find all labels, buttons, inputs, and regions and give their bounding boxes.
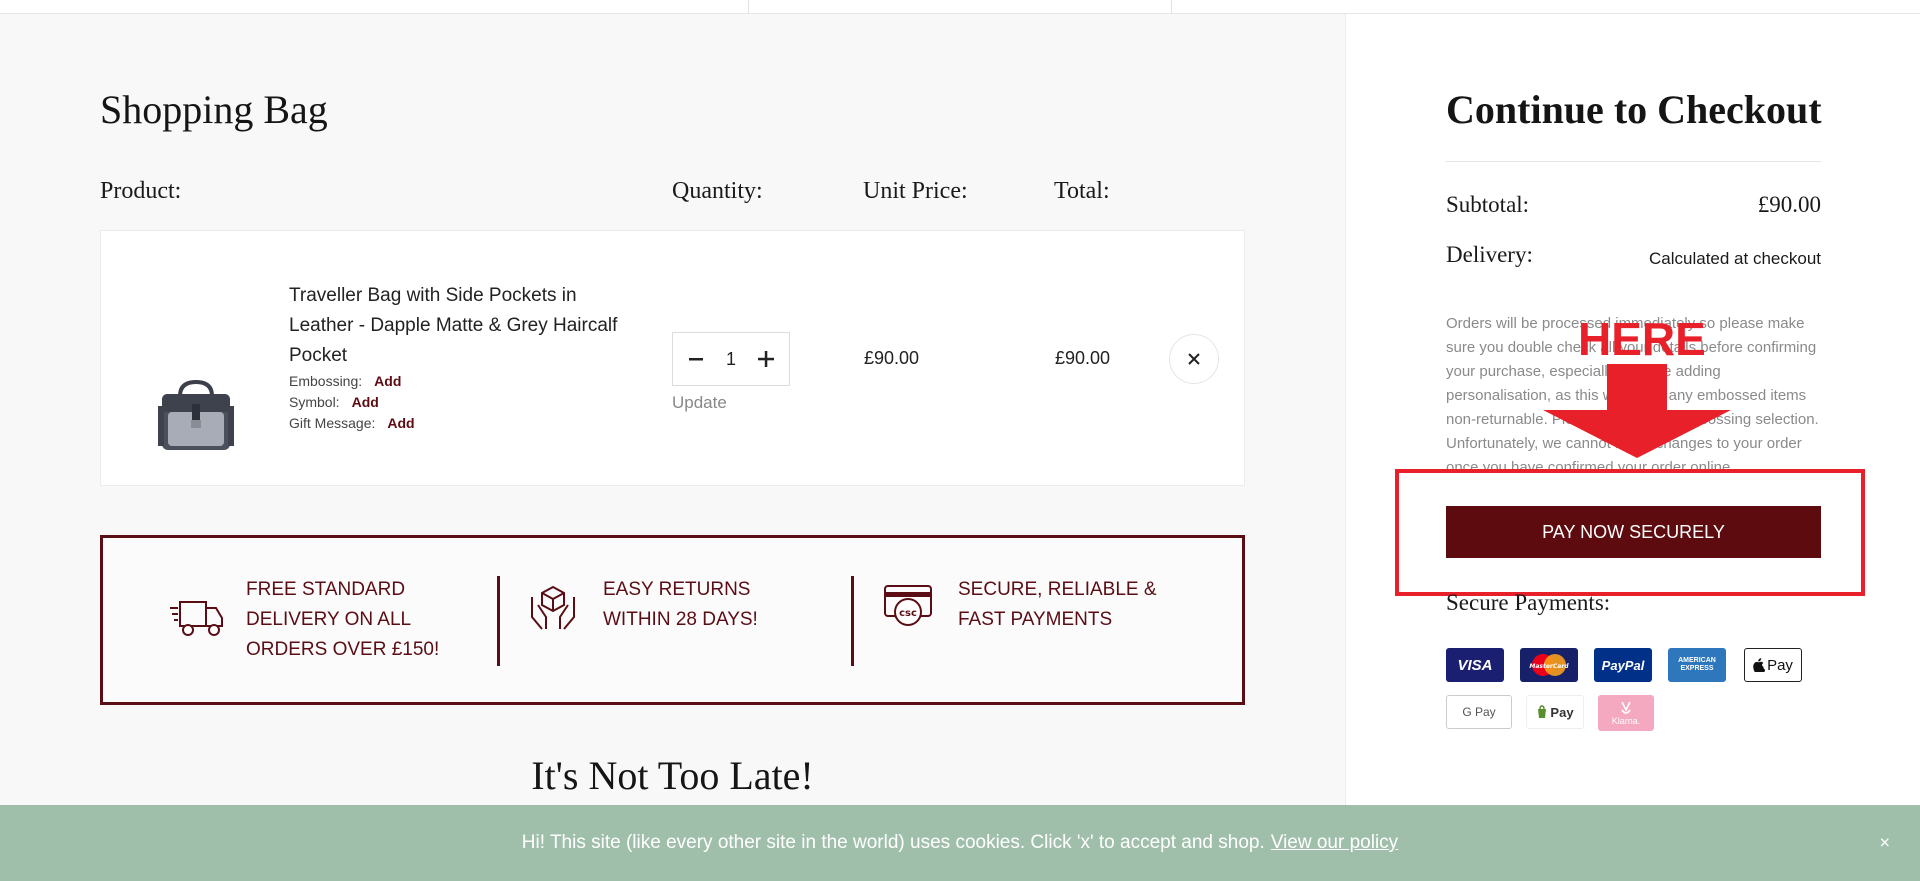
hands-box-icon: [528, 583, 578, 638]
minus-icon: [689, 358, 703, 361]
mastercard-icon: MasterCard: [1520, 648, 1578, 682]
symbol-option: Symbol: Add: [289, 394, 379, 410]
top-divider: [1171, 0, 1172, 14]
shop-pay-icon: Pay: [1526, 695, 1584, 729]
card-csc-icon: csc: [883, 584, 933, 633]
google-pay-icon: G Pay: [1446, 695, 1512, 729]
column-header-unit-price: Unit Price:: [863, 178, 968, 204]
quantity-value[interactable]: 1: [726, 349, 736, 370]
apple-pay-label: Pay: [1767, 656, 1793, 674]
cookie-message: Hi! This site (like every other site in …: [521, 832, 1265, 853]
svg-text:csc: csc: [899, 608, 917, 619]
amex-icon: AMERICAN EXPRESS: [1668, 648, 1726, 682]
top-bar: [0, 0, 1920, 14]
remove-item-button[interactable]: [1169, 334, 1219, 384]
decrease-quantity-button[interactable]: [685, 348, 707, 370]
gift-message-label: Gift Message:: [289, 415, 376, 431]
feature-easy-returns: EASY RETURNS WITHIN 28 DAYS!: [603, 579, 758, 630]
column-header-quantity: Quantity:: [672, 178, 763, 204]
shop-pay-label: Pay: [1550, 704, 1574, 720]
subtotal-value: £90.00: [1757, 192, 1821, 217]
column-header-product: Product:: [100, 178, 182, 204]
close-icon: [1188, 353, 1200, 365]
line-total: £90.00: [1055, 348, 1111, 368]
delivery-value: Calculated at checkout: [1649, 249, 1821, 268]
upsell-title: It's Not Too Late!: [0, 752, 1345, 799]
annotation-highlight-box: [1395, 469, 1865, 596]
cart-item-row: Traveller Bag with Side Pockets in Leath…: [100, 230, 1245, 486]
embossing-option: Embossing: Add: [289, 373, 401, 389]
symbol-label: Symbol:: [289, 394, 340, 410]
klarna-label: Klarna.: [1611, 716, 1641, 726]
paypal-icon: PayPal: [1594, 648, 1652, 682]
embossing-label: Embossing:: [289, 373, 363, 389]
plus-icon: [757, 351, 774, 367]
delivery-label: Delivery:: [1446, 242, 1533, 267]
delivery-truck-icon: [170, 596, 224, 645]
google-pay-label: G Pay: [1462, 705, 1496, 719]
embossing-add-link[interactable]: Add: [374, 373, 401, 389]
gift-message-option: Gift Message: Add: [289, 415, 415, 431]
product-name[interactable]: Traveller Bag with Side Pockets in Leath…: [289, 281, 619, 371]
amex-label: AMERICAN EXPRESS: [1678, 657, 1716, 672]
cookie-close-button[interactable]: ×: [1879, 833, 1890, 854]
feature-divider: [497, 576, 500, 666]
unit-price: £90.00: [864, 348, 920, 368]
quantity-stepper: 1: [672, 332, 790, 386]
feature-secure-payments: SECURE, RELIABLE & FAST PAYMENTS: [958, 579, 1157, 630]
annotation-label: HERE: [1578, 313, 1706, 365]
update-quantity-link[interactable]: Update: [672, 393, 727, 413]
visa-label: VISA: [1457, 656, 1493, 674]
cookie-banner: Hi! This site (like every other site in …: [0, 805, 1920, 881]
gift-message-add-link[interactable]: Add: [387, 415, 414, 431]
paypal-label: PayPal: [1601, 657, 1645, 673]
benefits-banner: FREE STANDARD DELIVERY ON ALL ORDERS OVE…: [100, 535, 1245, 705]
subtotal-label: Subtotal:: [1446, 192, 1530, 217]
product-image[interactable]: [156, 376, 236, 454]
feature-divider: [851, 576, 854, 666]
mastercard-label: MasterCard: [1529, 663, 1569, 670]
apple-pay-icon: Pay: [1744, 648, 1802, 682]
checkout-divider: [1446, 161, 1821, 162]
klarna-icon: Klarna.: [1598, 695, 1654, 731]
cookie-policy-link[interactable]: View our policy: [1271, 832, 1398, 854]
upsell-title-text: It's Not Too Late!: [531, 753, 814, 798]
annotation-arrow-icon: [1543, 364, 1731, 463]
feature-free-delivery: FREE STANDARD DELIVERY ON ALL ORDERS OVE…: [246, 579, 440, 660]
secure-payments-label: Secure Payments:: [1446, 590, 1611, 615]
column-header-total: Total:: [1054, 178, 1110, 204]
symbol-add-link[interactable]: Add: [352, 394, 379, 410]
top-divider: [748, 0, 749, 14]
page-title: Shopping Bag: [100, 87, 328, 132]
visa-icon: VISA: [1446, 648, 1504, 682]
checkout-title: Continue to Checkout: [1446, 87, 1822, 132]
increase-quantity-button[interactable]: [755, 348, 777, 370]
